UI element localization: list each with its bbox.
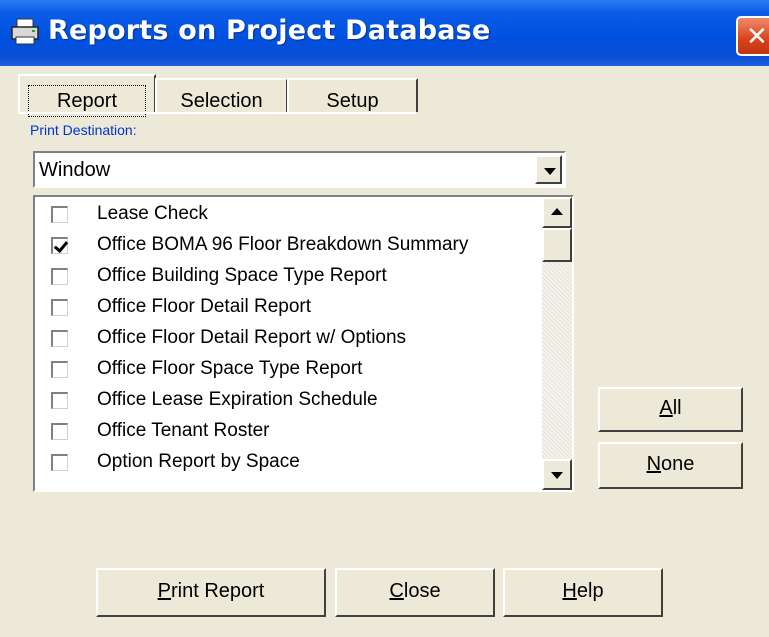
list-scrollbar[interactable] [542, 197, 572, 490]
report-label: Office Tenant Roster [97, 420, 270, 441]
title-bar[interactable]: Reports on Project Database ✕ [0, 0, 769, 66]
tab-setup-label: Setup [326, 90, 379, 112]
list-item[interactable]: Office Floor Detail Report [35, 292, 540, 323]
close-mnemonic: C [389, 580, 404, 602]
tab-selection[interactable]: Selection [155, 78, 288, 112]
list-item[interactable]: Office Tenant Roster [35, 416, 540, 447]
close-window-button[interactable]: ✕ [736, 16, 769, 56]
checkbox[interactable] [51, 454, 68, 471]
report-label: Lease Check [97, 203, 208, 224]
chevron-down-icon [544, 168, 556, 175]
report-label: Office Floor Detail Report [97, 296, 312, 317]
report-label: Option Report by Space [97, 451, 300, 472]
window-title: Reports on Project Database [48, 15, 491, 46]
printer-icon [11, 18, 39, 45]
list-item[interactable]: Lease Check [35, 199, 540, 230]
print-destination-label: Print Destination: [30, 122, 137, 138]
list-item[interactable]: Office BOMA 96 Floor Breakdown Summary [35, 230, 540, 261]
select-all-button[interactable]: All [598, 387, 743, 432]
close-button[interactable]: Close [335, 568, 495, 617]
list-item[interactable]: Option Report by Space [35, 447, 540, 478]
tab-pane-edge [18, 112, 416, 114]
scroll-thumb[interactable] [542, 228, 572, 262]
close-icon: ✕ [746, 21, 768, 51]
checkbox[interactable] [51, 423, 68, 440]
print-destination-value: Window [39, 159, 111, 181]
scroll-up-button[interactable] [542, 197, 572, 228]
report-label: Office Floor Space Type Report [97, 358, 363, 379]
report-label: Office BOMA 96 Floor Breakdown Summary [97, 234, 469, 255]
list-item[interactable]: Office Lease Expiration Schedule [35, 385, 540, 416]
dropdown-arrow-button[interactable] [535, 155, 562, 184]
report-list[interactable]: Lease Check Office BOMA 96 Floor Breakdow… [33, 195, 574, 492]
close-label-rest: lose [403, 580, 441, 602]
checkbox[interactable] [51, 206, 68, 223]
help-label-rest: elp [576, 580, 604, 602]
select-none-button[interactable]: None [598, 442, 743, 489]
arrow-up-icon [551, 208, 563, 215]
tab-report[interactable]: Report [18, 74, 156, 117]
report-label: Office Building Space Type Report [97, 265, 387, 286]
print-label-rest: rint Report [170, 580, 265, 602]
tab-setup[interactable]: Setup [287, 78, 418, 112]
all-label-rest: ll [672, 397, 682, 419]
checkbox[interactable] [51, 330, 68, 347]
print-destination-dropdown[interactable]: Window [33, 151, 566, 188]
checkbox[interactable] [51, 392, 68, 409]
help-button[interactable]: Help [503, 568, 663, 617]
report-label: Office Floor Detail Report w/ Options [97, 327, 407, 348]
checkbox[interactable] [51, 299, 68, 316]
checkbox-checked[interactable] [51, 237, 68, 254]
tab-report-label: Report [56, 90, 118, 112]
print-mnemonic: P [157, 580, 171, 602]
none-label-rest: one [661, 453, 695, 475]
none-mnemonic: N [646, 453, 662, 475]
list-item[interactable]: Office Floor Space Type Report [35, 354, 540, 385]
print-report-button[interactable]: Print Report [96, 568, 326, 617]
checkbox[interactable] [51, 361, 68, 378]
all-mnemonic: A [659, 397, 673, 419]
tab-selection-label: Selection [180, 90, 263, 112]
report-label: Office Lease Expiration Schedule [97, 389, 378, 410]
arrow-down-icon [551, 472, 563, 479]
list-item[interactable]: Office Building Space Type Report [35, 261, 540, 292]
scroll-down-button[interactable] [542, 459, 572, 490]
list-item[interactable]: Office Floor Detail Report w/ Options [35, 323, 540, 354]
help-mnemonic: H [562, 580, 577, 602]
checkbox[interactable] [51, 268, 68, 285]
